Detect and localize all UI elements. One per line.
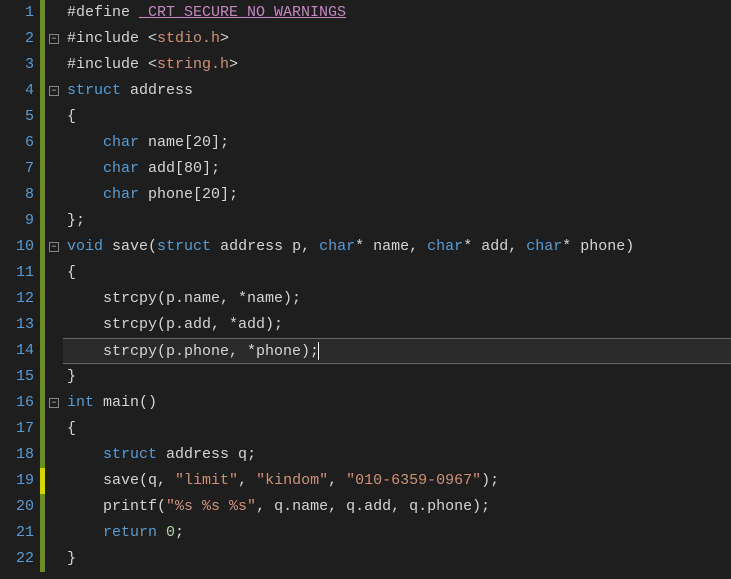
fold-minus-icon[interactable]: − xyxy=(49,34,59,44)
line-number: 6 xyxy=(0,130,34,156)
line-number: 15 xyxy=(0,364,34,390)
line-number: 22 xyxy=(0,546,34,572)
code-line[interactable]: printf("%s %s %s", q.name, q.add, q.phon… xyxy=(63,494,731,520)
code-line[interactable]: struct address q; xyxy=(63,442,731,468)
code-line[interactable]: { xyxy=(63,416,731,442)
code-line[interactable]: strcpy(p.add, *add); xyxy=(63,312,731,338)
line-number: 4 xyxy=(0,78,34,104)
code-line[interactable]: } xyxy=(63,364,731,390)
line-number-gutter: 1 2 3 4 5 6 7 8 9 10 11 12 13 14 15 16 1… xyxy=(0,0,40,572)
code-line[interactable]: }; xyxy=(63,208,731,234)
line-number: 12 xyxy=(0,286,34,312)
line-number: 13 xyxy=(0,312,34,338)
line-number: 1 xyxy=(0,0,34,26)
code-line-current[interactable]: strcpy(p.phone, *phone); xyxy=(63,338,731,364)
code-line[interactable]: strcpy(p.name, *name); xyxy=(63,286,731,312)
line-number: 3 xyxy=(0,52,34,78)
fold-minus-icon[interactable]: − xyxy=(49,242,59,252)
code-line[interactable]: { xyxy=(63,260,731,286)
line-number: 19 xyxy=(0,468,34,494)
code-line[interactable]: #include <stdio.h> xyxy=(63,26,731,52)
code-line[interactable]: #define _CRT_SECURE_NO_WARNINGS xyxy=(63,0,731,26)
line-number: 14 xyxy=(0,338,34,364)
line-number: 21 xyxy=(0,520,34,546)
code-line[interactable]: save(q, "limit", "kindom", "010-6359-096… xyxy=(63,468,731,494)
code-line[interactable]: return 0; xyxy=(63,520,731,546)
fold-minus-icon[interactable]: − xyxy=(49,86,59,96)
code-line[interactable]: char add[80]; xyxy=(63,156,731,182)
line-number: 2 xyxy=(0,26,34,52)
code-line[interactable]: char name[20]; xyxy=(63,130,731,156)
line-number: 9 xyxy=(0,208,34,234)
code-line[interactable]: } xyxy=(63,546,731,572)
fold-minus-icon[interactable]: − xyxy=(49,398,59,408)
code-line[interactable]: char phone[20]; xyxy=(63,182,731,208)
line-number: 17 xyxy=(0,416,34,442)
fold-gutter[interactable]: − − − − xyxy=(45,0,63,572)
line-number: 11 xyxy=(0,260,34,286)
line-number: 16 xyxy=(0,390,34,416)
line-number: 20 xyxy=(0,494,34,520)
line-number: 8 xyxy=(0,182,34,208)
line-number: 5 xyxy=(0,104,34,130)
code-line[interactable]: #include <string.h> xyxy=(63,52,731,78)
line-number: 7 xyxy=(0,156,34,182)
code-line[interactable]: void save(struct address p, char* name, … xyxy=(63,234,731,260)
code-line[interactable]: struct address xyxy=(63,78,731,104)
code-area[interactable]: #define _CRT_SECURE_NO_WARNINGS #include… xyxy=(63,0,731,572)
code-line[interactable]: int main() xyxy=(63,390,731,416)
line-number: 10 xyxy=(0,234,34,260)
code-editor[interactable]: 1 2 3 4 5 6 7 8 9 10 11 12 13 14 15 16 1… xyxy=(0,0,731,572)
text-cursor xyxy=(318,342,319,360)
line-number: 18 xyxy=(0,442,34,468)
code-line[interactable]: { xyxy=(63,104,731,130)
